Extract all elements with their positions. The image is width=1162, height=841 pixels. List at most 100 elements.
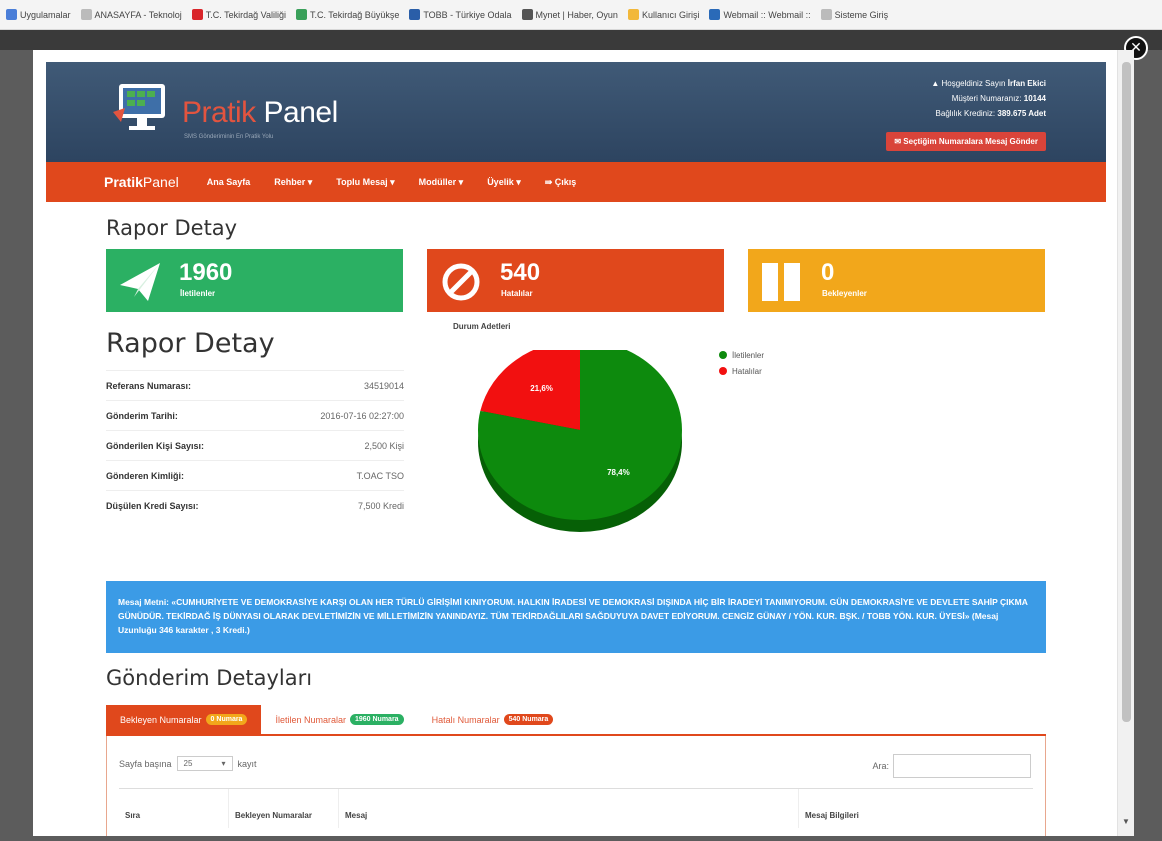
chart-title: Durum Adetleri bbox=[453, 322, 511, 331]
modal-scrollbar[interactable]: ▼ bbox=[1117, 50, 1134, 836]
legend-label: İletilenler bbox=[732, 350, 765, 360]
stat-delivered-value: 1960 bbox=[179, 259, 233, 286]
detail-row: Referans Numarası: 34519014 bbox=[106, 370, 404, 400]
bookmark-label: Webmail :: Webmail :: bbox=[723, 9, 811, 20]
bookmark-icon bbox=[191, 9, 203, 20]
stat-errors-value: 540 bbox=[500, 259, 541, 286]
pause-icon bbox=[762, 263, 800, 301]
tab-label: Bekleyen Numaralar bbox=[120, 714, 202, 725]
bookmark-item[interactable]: T.C. Tekirdağ Valiliği bbox=[191, 9, 286, 20]
bookmark-item[interactable]: Kullanıcı Girişi bbox=[627, 9, 700, 20]
stat-card-delivered: 1960 İletilenler bbox=[106, 249, 403, 312]
pie-data-label: 21,6% bbox=[530, 384, 553, 393]
legend-item[interactable]: Hatalılar bbox=[719, 363, 764, 379]
tab-count-badge: 540 Numara bbox=[503, 714, 554, 725]
stat-pending-label: Bekleyenler bbox=[822, 289, 867, 298]
bookmark-item[interactable]: ANASAYFA - Teknoloj bbox=[80, 9, 182, 20]
report-detail-list: Referans Numarası: 34519014 Gönderim Tari… bbox=[106, 370, 404, 520]
bookmark-icon bbox=[627, 9, 639, 20]
tab-label: İletilen Numaralar bbox=[275, 714, 346, 725]
search-input[interactable] bbox=[893, 754, 1031, 778]
per-page-suffix: kayıt bbox=[237, 758, 257, 769]
bookmark-icon bbox=[6, 9, 17, 20]
detail-key: Düşülen Kredi Sayısı: bbox=[106, 500, 199, 511]
paper-plane-icon bbox=[120, 263, 160, 301]
nav-item-contacts[interactable]: Rehber ▾ bbox=[274, 177, 312, 188]
stat-errors-label: Hatalılar bbox=[501, 289, 533, 298]
logo-title: Pratik Panel bbox=[182, 96, 338, 130]
bookmark-label: Uygulamalar bbox=[20, 9, 71, 20]
legend-item[interactable]: İletilenler bbox=[719, 347, 764, 363]
send-message-button[interactable]: ✉ Seçtiğim Numaralara Mesaj Gönder bbox=[886, 132, 1046, 151]
site-header: Pratik Panel SMS Gönderiminin En Pratik … bbox=[46, 62, 1106, 162]
send-icon: ✉ bbox=[894, 137, 902, 146]
backdrop-strip bbox=[0, 30, 1162, 50]
bookmark-icon bbox=[820, 9, 832, 20]
stat-pending-value: 0 bbox=[821, 259, 835, 286]
bookmark-icon bbox=[709, 9, 721, 20]
bookmark-item[interactable]: TOBB - Türkiye Odala bbox=[409, 9, 512, 20]
nav-brand[interactable]: PratikPanel bbox=[104, 174, 179, 190]
message-text-box: Mesaj Metni: «CUMHURİYETE VE DEMOKRASİYE… bbox=[106, 581, 1046, 653]
bookmark-label: Kullanıcı Girişi bbox=[641, 9, 700, 20]
tab-count-badge: 1960 Numara bbox=[349, 714, 404, 725]
detail-value: T.OAC TSO bbox=[356, 470, 404, 481]
customer-no-label: Müşteri Numaranız: bbox=[951, 94, 1022, 103]
nav-item-modules[interactable]: Modüller ▾ bbox=[419, 177, 464, 188]
chevron-down-icon: ▾ bbox=[221, 759, 226, 768]
detail-key: Gönderilen Kişi Sayısı: bbox=[106, 440, 205, 451]
user-info: ▲ Hoşgeldiniz Sayın İrfan Ekici Müşteri … bbox=[931, 76, 1046, 121]
bookmark-item[interactable]: Uygulamalar bbox=[6, 9, 71, 20]
nav-item-membership[interactable]: Üyelik ▾ bbox=[487, 177, 521, 188]
column-header-numbers[interactable]: Bekleyen Numaralar bbox=[229, 789, 339, 828]
detail-value: 2,500 Kişi bbox=[364, 440, 404, 451]
scroll-thumb[interactable] bbox=[1122, 62, 1131, 722]
nav-brand-light: Panel bbox=[142, 174, 179, 190]
scroll-down-icon[interactable]: ▼ bbox=[1122, 817, 1130, 826]
per-page-prefix: Sayfa başına bbox=[119, 758, 172, 769]
stat-delivered-label: İletilenler bbox=[180, 289, 216, 298]
user-icon: ▲ bbox=[931, 79, 940, 88]
tab-count-badge: 0 Numara bbox=[205, 714, 248, 725]
bookmark-icon bbox=[521, 9, 533, 20]
detail-key: Gönderen Kimliği: bbox=[106, 470, 185, 481]
main-navbar: PratikPanel Ana Sayfa Rehber ▾ Toplu Mes… bbox=[46, 162, 1106, 202]
bookmark-icon bbox=[295, 9, 307, 20]
bookmark-label: TOBB - Türkiye Odala bbox=[423, 9, 512, 20]
stat-card-pending: 0 Bekleyenler bbox=[748, 249, 1045, 312]
per-page-select[interactable]: 25 ▾ bbox=[176, 756, 233, 771]
tab-errors[interactable]: Hatalı Numaralar 540 Numara bbox=[418, 705, 568, 734]
bookmark-item[interactable]: Mynet | Haber, Oyun bbox=[521, 9, 618, 20]
bookmark-item[interactable]: T.C. Tekirdağ Büyükşe bbox=[295, 9, 400, 20]
message-label: Mesaj Metni: bbox=[118, 597, 170, 607]
logo-title-panel: Panel bbox=[255, 96, 339, 129]
detail-row: Gönderim Tarihi: 2016-07-16 02:27:00 bbox=[106, 400, 404, 430]
bookmark-label: T.C. Tekirdağ Valiliği bbox=[205, 9, 286, 20]
report-detail-title: Rapor Detay bbox=[106, 328, 275, 359]
nav-item-logout[interactable]: ⇛ Çıkış bbox=[545, 177, 577, 188]
column-header-message-info[interactable]: Mesaj Bilgileri bbox=[799, 789, 1033, 828]
monitor-logo-icon bbox=[113, 84, 165, 130]
bookmark-label: Mynet | Haber, Oyun bbox=[535, 9, 618, 20]
tab-delivered[interactable]: İletilen Numaralar 1960 Numara bbox=[261, 705, 417, 734]
bookmark-label: T.C. Tekirdağ Büyükşe bbox=[309, 9, 400, 20]
column-header-message[interactable]: Mesaj bbox=[339, 789, 799, 828]
bookmark-label: Sisteme Giriş bbox=[834, 9, 889, 20]
nav-item-bulk-message[interactable]: Toplu Mesaj ▾ bbox=[336, 177, 394, 188]
column-header-index[interactable]: Sıra bbox=[119, 789, 229, 828]
bookmark-label: ANASAYFA - Teknoloj bbox=[94, 9, 182, 20]
detail-key: Gönderim Tarihi: bbox=[106, 410, 178, 421]
detail-value: 34519014 bbox=[363, 380, 404, 391]
bookmark-item[interactable]: Webmail :: Webmail :: bbox=[709, 9, 811, 20]
report-modal: ▼ Pratik Panel SMS Gönderiminin En Prati… bbox=[33, 50, 1134, 836]
customer-no: 10144 bbox=[1023, 94, 1046, 103]
legend-swatch bbox=[719, 367, 727, 375]
tab-pending[interactable]: Bekleyen Numaralar 0 Numara bbox=[106, 705, 262, 734]
nav-item-home[interactable]: Ana Sayfa bbox=[207, 177, 251, 187]
detail-value: 7,500 Kredi bbox=[357, 500, 404, 511]
bookmarks-bar: Uygulamalar ANASAYFA - Teknoloj T.C. Tekir… bbox=[0, 0, 1162, 30]
legend-swatch bbox=[719, 351, 727, 359]
bookmark-item[interactable]: Sisteme Giriş bbox=[820, 9, 889, 20]
per-page-value: 25 bbox=[183, 759, 193, 768]
detail-row: Gönderen Kimliği: T.OAC TSO bbox=[106, 460, 404, 490]
